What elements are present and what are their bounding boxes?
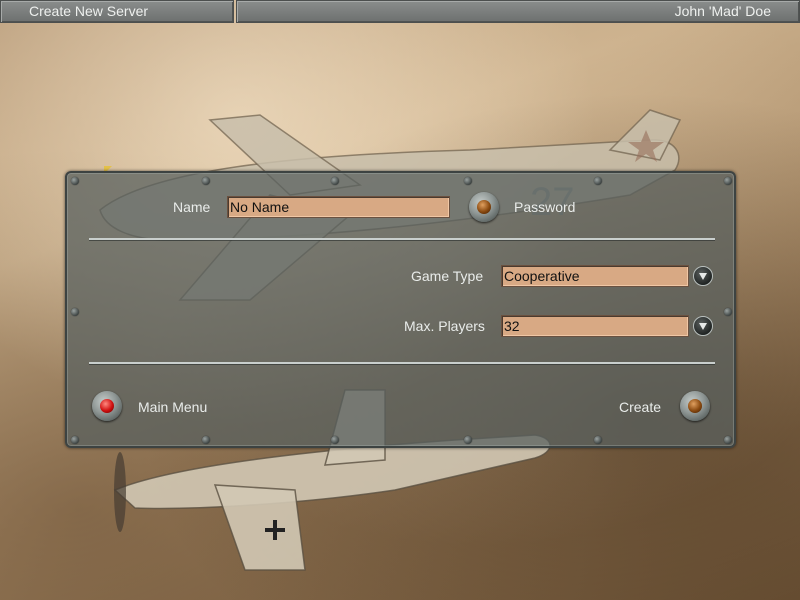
max-players-label: Max. Players xyxy=(404,318,485,334)
game-type-select[interactable]: Cooperative xyxy=(501,265,689,287)
rivet xyxy=(724,436,732,444)
rivet xyxy=(202,177,210,185)
divider-bottom xyxy=(89,362,715,364)
main-menu-label[interactable]: Main Menu xyxy=(138,399,207,415)
screen-title: Create New Server xyxy=(29,3,149,19)
rivet xyxy=(202,436,210,444)
rivet xyxy=(464,177,472,185)
screen-title-bar: Create New Server xyxy=(0,0,234,23)
rivet xyxy=(594,177,602,185)
rivet xyxy=(331,436,339,444)
password-toggle-button[interactable] xyxy=(469,192,499,222)
max-players-select[interactable]: 32 xyxy=(501,315,689,337)
game-type-label: Game Type xyxy=(411,268,484,284)
max-players-dropdown-button[interactable] xyxy=(693,316,713,336)
user-name-bar: John 'Mad' Doe xyxy=(236,0,800,23)
rivet xyxy=(71,436,79,444)
divider-top xyxy=(89,238,715,240)
create-button[interactable] xyxy=(680,391,710,421)
create-server-panel: Name No Name Password Game Type Cooperat… xyxy=(65,171,736,448)
password-label: Password xyxy=(514,199,576,215)
create-label[interactable]: Create xyxy=(619,399,661,415)
rivet xyxy=(724,308,732,316)
rivet xyxy=(71,177,79,185)
main-menu-button[interactable] xyxy=(92,391,122,421)
red-knob-icon xyxy=(100,399,114,413)
amber-knob-icon xyxy=(477,200,491,214)
rivet xyxy=(464,436,472,444)
rivet xyxy=(71,308,79,316)
amber-knob-icon xyxy=(688,399,702,413)
rivet xyxy=(594,436,602,444)
rivet xyxy=(724,177,732,185)
rivet xyxy=(331,177,339,185)
game-type-dropdown-button[interactable] xyxy=(693,266,713,286)
name-label: Name xyxy=(173,199,211,215)
user-name: John 'Mad' Doe xyxy=(674,3,771,19)
name-input[interactable]: No Name xyxy=(227,196,450,218)
